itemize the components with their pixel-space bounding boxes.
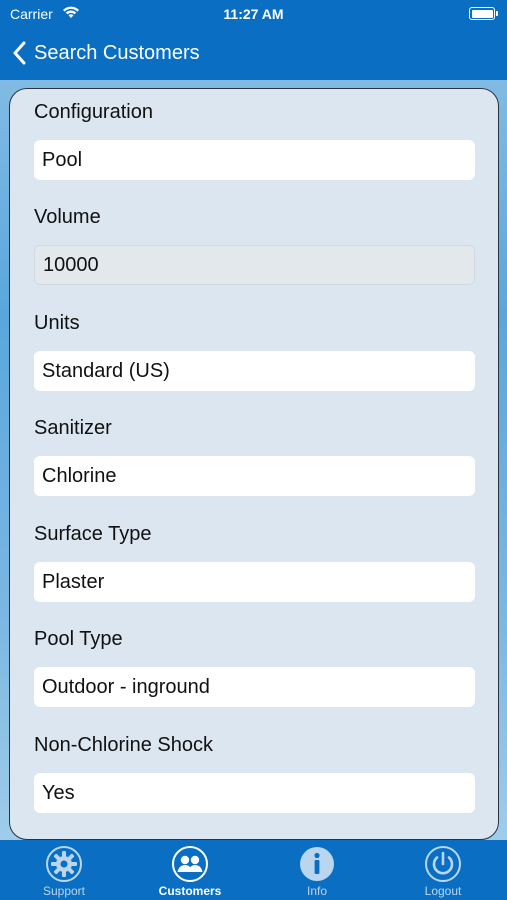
tab-customers-label: Customers — [158, 884, 222, 898]
sanitizer-input[interactable]: Chlorine — [34, 456, 475, 496]
customers-icon — [172, 846, 208, 882]
tab-info[interactable]: Info — [254, 840, 380, 900]
volume-label: Volume — [34, 206, 101, 228]
tab-customers[interactable]: Customers — [127, 840, 253, 900]
configuration-input[interactable]: Pool — [34, 140, 475, 180]
clock: 11:27 AM — [223, 6, 284, 22]
non-chlorine-shock-field: Non-Chlorine Shock Yes — [34, 732, 475, 813]
non-chlorine-shock-input[interactable]: Yes — [34, 773, 475, 813]
surface-type-field: Surface Type Plaster — [34, 521, 475, 602]
configuration-field: Configuration Pool — [34, 99, 475, 180]
tab-info-label: Info — [306, 884, 327, 898]
volume-field: Volume 10000 — [34, 204, 475, 285]
customer-details-card: Configuration Pool Volume 10000 Units St… — [9, 88, 499, 840]
status-bar: Carrier 11:27 AM — [0, 0, 507, 28]
back-button-label: Search Customers — [34, 41, 200, 64]
navigation-header: Carrier 11:27 AM Search Customers — [0, 0, 507, 80]
sanitizer-field: Sanitizer Chlorine — [34, 415, 475, 496]
tab-logout-label: Logout — [424, 884, 462, 898]
configuration-label: Configuration — [34, 101, 153, 123]
tab-support[interactable]: Support — [1, 840, 127, 900]
chevron-left-icon — [13, 41, 26, 65]
units-label: Units — [34, 312, 80, 334]
non-chlorine-shock-label: Non-Chlorine Shock — [34, 734, 213, 756]
power-icon — [425, 846, 461, 882]
units-input[interactable]: Standard (US) — [34, 351, 475, 391]
info-icon — [300, 847, 334, 881]
surface-type-input[interactable]: Plaster — [34, 562, 475, 602]
pool-type-label: Pool Type — [34, 628, 123, 650]
surface-type-label: Surface Type — [34, 523, 152, 545]
units-field: Units Standard (US) — [34, 310, 475, 391]
tab-logout[interactable]: Logout — [380, 840, 506, 900]
gear-icon — [46, 846, 82, 882]
pool-type-input[interactable]: Outdoor - inground — [34, 667, 475, 707]
pool-type-field: Pool Type Outdoor - inground — [34, 626, 475, 707]
sanitizer-label: Sanitizer — [34, 417, 112, 439]
tab-support-label: Support — [42, 884, 86, 898]
tab-bar: Support Customers Info Logout — [0, 840, 507, 900]
battery-icon — [469, 7, 498, 20]
volume-input[interactable]: 10000 — [34, 245, 475, 285]
back-button[interactable]: Search Customers — [12, 36, 200, 70]
